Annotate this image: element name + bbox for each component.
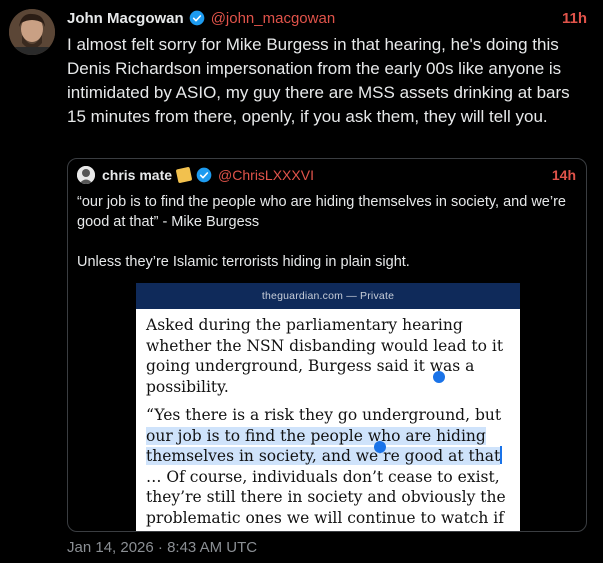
tweet-timestamp[interactable]: Jan 14, 2026 · 8:43 AM UTC <box>67 539 257 556</box>
author-display-name[interactable]: John Macgowan <box>67 10 184 27</box>
quoted-display-name[interactable]: chris mate <box>102 167 172 183</box>
selection-start-handle-icon <box>433 371 445 383</box>
author-avatar-image <box>9 9 55 55</box>
affiliate-badge-icon <box>175 166 193 184</box>
tweet-time[interactable]: 11h <box>562 10 587 27</box>
selection-caret <box>500 446 503 464</box>
tweet-header: John Macgowan @john_macgowan 11h <box>67 8 587 28</box>
article-paragraph-2: “Yes there is a risk they go underground… <box>146 405 510 532</box>
quoted-time[interactable]: 14h <box>552 167 576 183</box>
quoted-text: “our job is to find the people who are h… <box>77 192 572 292</box>
author-avatar[interactable] <box>9 9 55 55</box>
quoted-avatar-image <box>77 166 95 184</box>
quoted-verified-badge-icon <box>196 167 212 183</box>
quoted-author-avatar[interactable] <box>77 166 95 184</box>
selection-end-handle-icon <box>374 441 386 453</box>
quoted-tweet-header: chris mate @ChrisLXXXVI 14h <box>77 165 576 185</box>
article-source-bar: theguardian.com — Private <box>136 283 520 309</box>
article-screenshot[interactable]: theguardian.com — Private Asked during t… <box>136 283 520 532</box>
quoted-text-line-2: Unless they’re Islamic terrorists hiding… <box>77 254 410 270</box>
quoted-handle[interactable]: @ChrisLXXXVI <box>218 167 314 183</box>
article-body: Asked during the parliamentary hearing w… <box>136 309 520 532</box>
article-paragraph-1: Asked during the parliamentary hearing w… <box>146 316 504 396</box>
tweet-text: I almost felt sorry for Mike Burgess in … <box>67 35 570 126</box>
article-text-after: … Of course, individuals don’t cease to … <box>146 467 506 532</box>
quoted-tweet[interactable]: chris mate @ChrisLXXXVI 14h “our job is … <box>67 158 587 532</box>
author-handle[interactable]: @john_macgowan <box>211 10 335 27</box>
article-text-before: “Yes there is a risk they go underground… <box>146 406 502 424</box>
quoted-text-line-1: “our job is to find the people who are h… <box>77 194 566 230</box>
article-highlighted-text: our job is to find the people who are hi… <box>146 426 501 465</box>
verified-badge-icon <box>189 10 205 26</box>
